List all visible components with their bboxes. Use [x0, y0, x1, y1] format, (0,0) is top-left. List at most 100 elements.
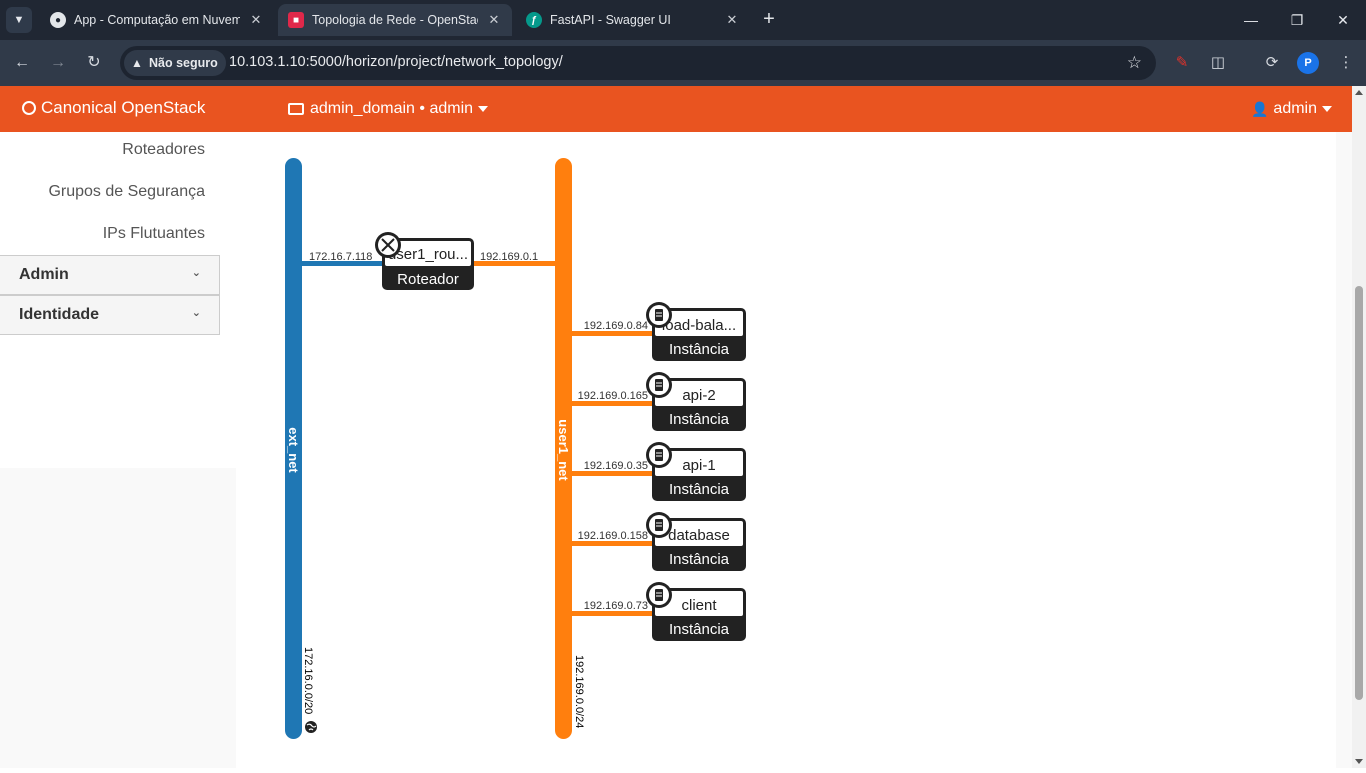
- instance-ip: 192.169.0.73: [584, 600, 648, 612]
- instance-type: Instância: [669, 621, 730, 638]
- sidebar-section-admin[interactable]: Admin ⌄: [0, 255, 220, 295]
- canonical-logo-icon: [22, 101, 36, 115]
- new-tab-button[interactable]: +: [758, 8, 780, 30]
- browser-tab-strip: ▼ ● App - Computação em Nuvem ✕ ■ Topolo…: [0, 0, 1366, 40]
- openstack-header: Canonical OpenStack admin_domain • admin…: [0, 86, 1352, 132]
- url-path: :5000/horizon/project/network_topology/: [305, 54, 563, 70]
- server-icon: [655, 449, 663, 461]
- profile-avatar[interactable]: P: [1297, 52, 1319, 74]
- instance-node[interactable]: client Instância: [646, 582, 746, 641]
- reload-button[interactable]: ↻: [82, 51, 106, 75]
- sidebar-section-identity[interactable]: Identidade ⌄: [0, 295, 220, 335]
- caret-down-icon: [1322, 106, 1332, 112]
- tab-network-topology[interactable]: ■ Topologia de Rede - OpenStack ✕: [278, 4, 512, 36]
- minimize-button[interactable]: —: [1228, 0, 1274, 40]
- chevron-down-icon: ⌄: [191, 267, 201, 279]
- page-gutter: [1336, 132, 1352, 768]
- instance-name: client: [681, 597, 717, 614]
- network-topology-canvas: ext_net 172.16.0.0/20 user1_net 192.169.…: [236, 132, 1336, 768]
- globe-icon: [305, 721, 317, 733]
- security-indicator[interactable]: ▲ Não seguro: [124, 50, 226, 76]
- sidebar-background: [0, 468, 236, 768]
- scroll-up-icon[interactable]: [1355, 90, 1363, 95]
- close-icon[interactable]: ✕: [486, 12, 502, 28]
- instance-node[interactable]: load-bala... Instância: [646, 302, 746, 361]
- chevron-down-icon: ⌄: [191, 307, 201, 319]
- instance-ip: 192.169.0.165: [578, 390, 648, 402]
- server-icon: [655, 379, 663, 391]
- project-label: admin_domain • admin: [310, 100, 474, 117]
- scroll-down-icon[interactable]: [1355, 759, 1363, 764]
- sidebar: Roteadores Grupos de Segurança IPs Flutu…: [0, 132, 236, 468]
- project-selector[interactable]: admin_domain • admin: [288, 100, 489, 118]
- security-label: Não seguro: [149, 56, 218, 70]
- warning-icon: ▲: [131, 56, 143, 70]
- section-label: Admin: [19, 266, 69, 283]
- instance-type: Instância: [669, 411, 730, 428]
- sidebar-item-floating-ips[interactable]: IPs Flutuantes: [103, 225, 205, 243]
- url-text[interactable]: 10.103.1.10:5000/horizon/project/network…: [229, 54, 563, 70]
- address-bar[interactable]: ▲ Não seguro 10.103.1.10:5000/horizon/pr…: [120, 46, 1156, 80]
- openstack-icon: ■: [288, 12, 304, 28]
- pen-extension-icon[interactable]: ✎: [1170, 51, 1194, 75]
- scrollbar-thumb[interactable]: [1355, 286, 1363, 700]
- extensions-puzzle-icon[interactable]: ◫: [1206, 51, 1230, 75]
- instance-name: api-1: [682, 457, 715, 474]
- instance-node[interactable]: api-2 Instância: [646, 372, 746, 431]
- router-type: Roteador: [397, 271, 459, 288]
- server-icon: [655, 309, 663, 321]
- topology-graph: ext_net 172.16.0.0/20 user1_net 192.169.…: [285, 158, 746, 739]
- url-host: 10.103.1.10: [229, 54, 306, 70]
- fastapi-icon: ƒ: [526, 12, 542, 28]
- user-icon: 👤: [1250, 100, 1269, 117]
- router-ip-ext: 172.16.7.118: [309, 251, 372, 263]
- instance-node[interactable]: api-1 Instância: [646, 442, 746, 501]
- github-icon: ●: [50, 12, 66, 28]
- server-icon: [655, 519, 663, 531]
- bookmark-star-icon[interactable]: ☆: [1127, 53, 1142, 73]
- sidebar-item-security-groups[interactable]: Grupos de Segurança: [48, 183, 205, 201]
- instance-node[interactable]: database Instância: [646, 512, 746, 571]
- window-close-button[interactable]: ✕: [1320, 0, 1366, 40]
- back-button[interactable]: ←: [10, 51, 34, 75]
- tab-app[interactable]: ● App - Computação em Nuvem ✕: [40, 4, 274, 36]
- instance-type: Instância: [669, 341, 730, 358]
- tab-title: FastAPI - Swagger UI: [550, 13, 671, 27]
- user-label: admin: [1273, 100, 1317, 117]
- browser-toolbar: ← → ↻ ▲ Não seguro 10.103.1.10:5000/hori…: [0, 40, 1366, 86]
- sidebar-item-routers[interactable]: Roteadores: [122, 141, 205, 159]
- instance-ip: 192.169.0.158: [578, 530, 648, 542]
- router-node[interactable]: user1_rou... Roteador: [375, 232, 474, 290]
- caret-down-icon: [478, 106, 489, 112]
- user-menu[interactable]: 👤 admin: [1251, 100, 1332, 118]
- brand-link[interactable]: Canonical OpenStack: [22, 98, 205, 118]
- tab-search-button[interactable]: ▼: [6, 7, 32, 33]
- restore-button[interactable]: ❐: [1274, 0, 1320, 40]
- tab-fastapi[interactable]: ƒ FastAPI - Swagger UI ✕: [516, 4, 750, 36]
- menu-dots-icon[interactable]: ⋮: [1334, 51, 1358, 75]
- forward-button[interactable]: →: [46, 51, 70, 75]
- instance-type: Instância: [669, 551, 730, 568]
- instance-name: database: [668, 527, 730, 544]
- tab-title: App - Computação em Nuvem: [74, 13, 240, 27]
- chevron-down-icon: ▼: [13, 14, 25, 26]
- instance-type: Instância: [669, 481, 730, 498]
- instance-ip: 192.169.0.84: [584, 320, 648, 332]
- tab-title: Topologia de Rede - OpenStack: [312, 13, 478, 27]
- router-ip-internal: 192.169.0.1: [480, 251, 538, 263]
- network-cidr: 192.169.0.0/24: [573, 655, 585, 728]
- network-name: user1_net: [556, 419, 571, 481]
- brand-name: Canonical OpenStack: [41, 98, 206, 117]
- close-icon[interactable]: ✕: [724, 12, 740, 28]
- performance-icon[interactable]: ⟳: [1260, 51, 1284, 75]
- project-icon: [288, 103, 304, 115]
- network-name: ext_net: [286, 427, 301, 473]
- close-icon[interactable]: ✕: [248, 12, 264, 28]
- instance-name: api-2: [682, 387, 715, 404]
- server-icon: [655, 589, 663, 601]
- instance-name: load-bala...: [662, 317, 736, 334]
- network-cidr: 172.16.0.0/20: [302, 647, 314, 714]
- section-label: Identidade: [19, 306, 100, 323]
- page-scrollbar[interactable]: [1352, 86, 1366, 768]
- instance-ip: 192.169.0.35: [584, 460, 648, 472]
